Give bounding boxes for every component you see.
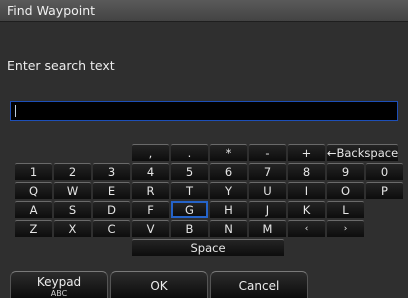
key-u[interactable]: U [249,182,286,199]
cancel-button-label: Cancel [238,279,280,293]
cancel-button[interactable]: Cancel [210,271,308,298]
key-j[interactable]: J [249,201,286,218]
key-x[interactable]: X [54,220,91,237]
key-w[interactable]: W [54,182,91,199]
key-6[interactable]: 6 [210,163,247,180]
key-d[interactable]: D [93,201,130,218]
key-plus[interactable]: + [288,144,325,161]
key-v[interactable]: V [132,220,169,237]
key-o[interactable]: O [327,182,364,199]
key-t[interactable]: T [171,182,208,199]
space-key[interactable]: Space [132,239,284,256]
key-2[interactable]: 2 [54,163,91,180]
key-b[interactable]: B [171,220,208,237]
key-l[interactable]: L [327,201,364,218]
backspace-key[interactable]: ←Backspace [327,144,398,161]
key-g[interactable]: G [171,201,208,218]
key-comma[interactable]: , [132,144,169,161]
key-cursor-right[interactable]: › [327,220,364,237]
key-p[interactable]: P [366,182,403,199]
key-4[interactable]: 4 [132,163,169,180]
key-h[interactable]: H [210,201,247,218]
key-r[interactable]: R [132,182,169,199]
key-cursor-left[interactable]: ‹ [288,220,325,237]
key-i[interactable]: I [288,182,325,199]
keypad-mode-label: ABC [50,289,68,298]
dialog-title: Find Waypoint [7,3,96,18]
dialog-title-bar: Find Waypoint [0,0,408,22]
key-minus[interactable]: - [249,144,286,161]
key-z[interactable]: Z [15,220,52,237]
key-k[interactable]: K [288,201,325,218]
key-3[interactable]: 3 [93,163,130,180]
ok-button-label: OK [150,279,168,293]
key-s[interactable]: S [54,201,91,218]
key-9[interactable]: 9 [327,163,364,180]
key-q[interactable]: Q [15,182,52,199]
keypad-softkey[interactable]: Keypad ABC [10,271,108,298]
key-1[interactable]: 1 [15,163,52,180]
key-e[interactable]: E [93,182,130,199]
key-8[interactable]: 8 [288,163,325,180]
key-m[interactable]: M [249,220,286,237]
key-c[interactable]: C [93,220,130,237]
ok-button[interactable]: OK [110,271,208,298]
key-asterisk[interactable]: * [210,144,247,161]
key-n[interactable]: N [210,220,247,237]
key-0[interactable]: 0 [366,163,403,180]
key-5[interactable]: 5 [171,163,208,180]
search-input[interactable] [10,101,398,121]
search-prompt: Enter search text [7,58,115,73]
keypad-softkey-label: Keypad [36,275,82,289]
key-y[interactable]: Y [210,182,247,199]
key-f[interactable]: F [132,201,169,218]
key-period[interactable]: . [171,144,208,161]
key-7[interactable]: 7 [249,163,286,180]
key-a[interactable]: A [15,201,52,218]
text-caret [15,105,16,117]
